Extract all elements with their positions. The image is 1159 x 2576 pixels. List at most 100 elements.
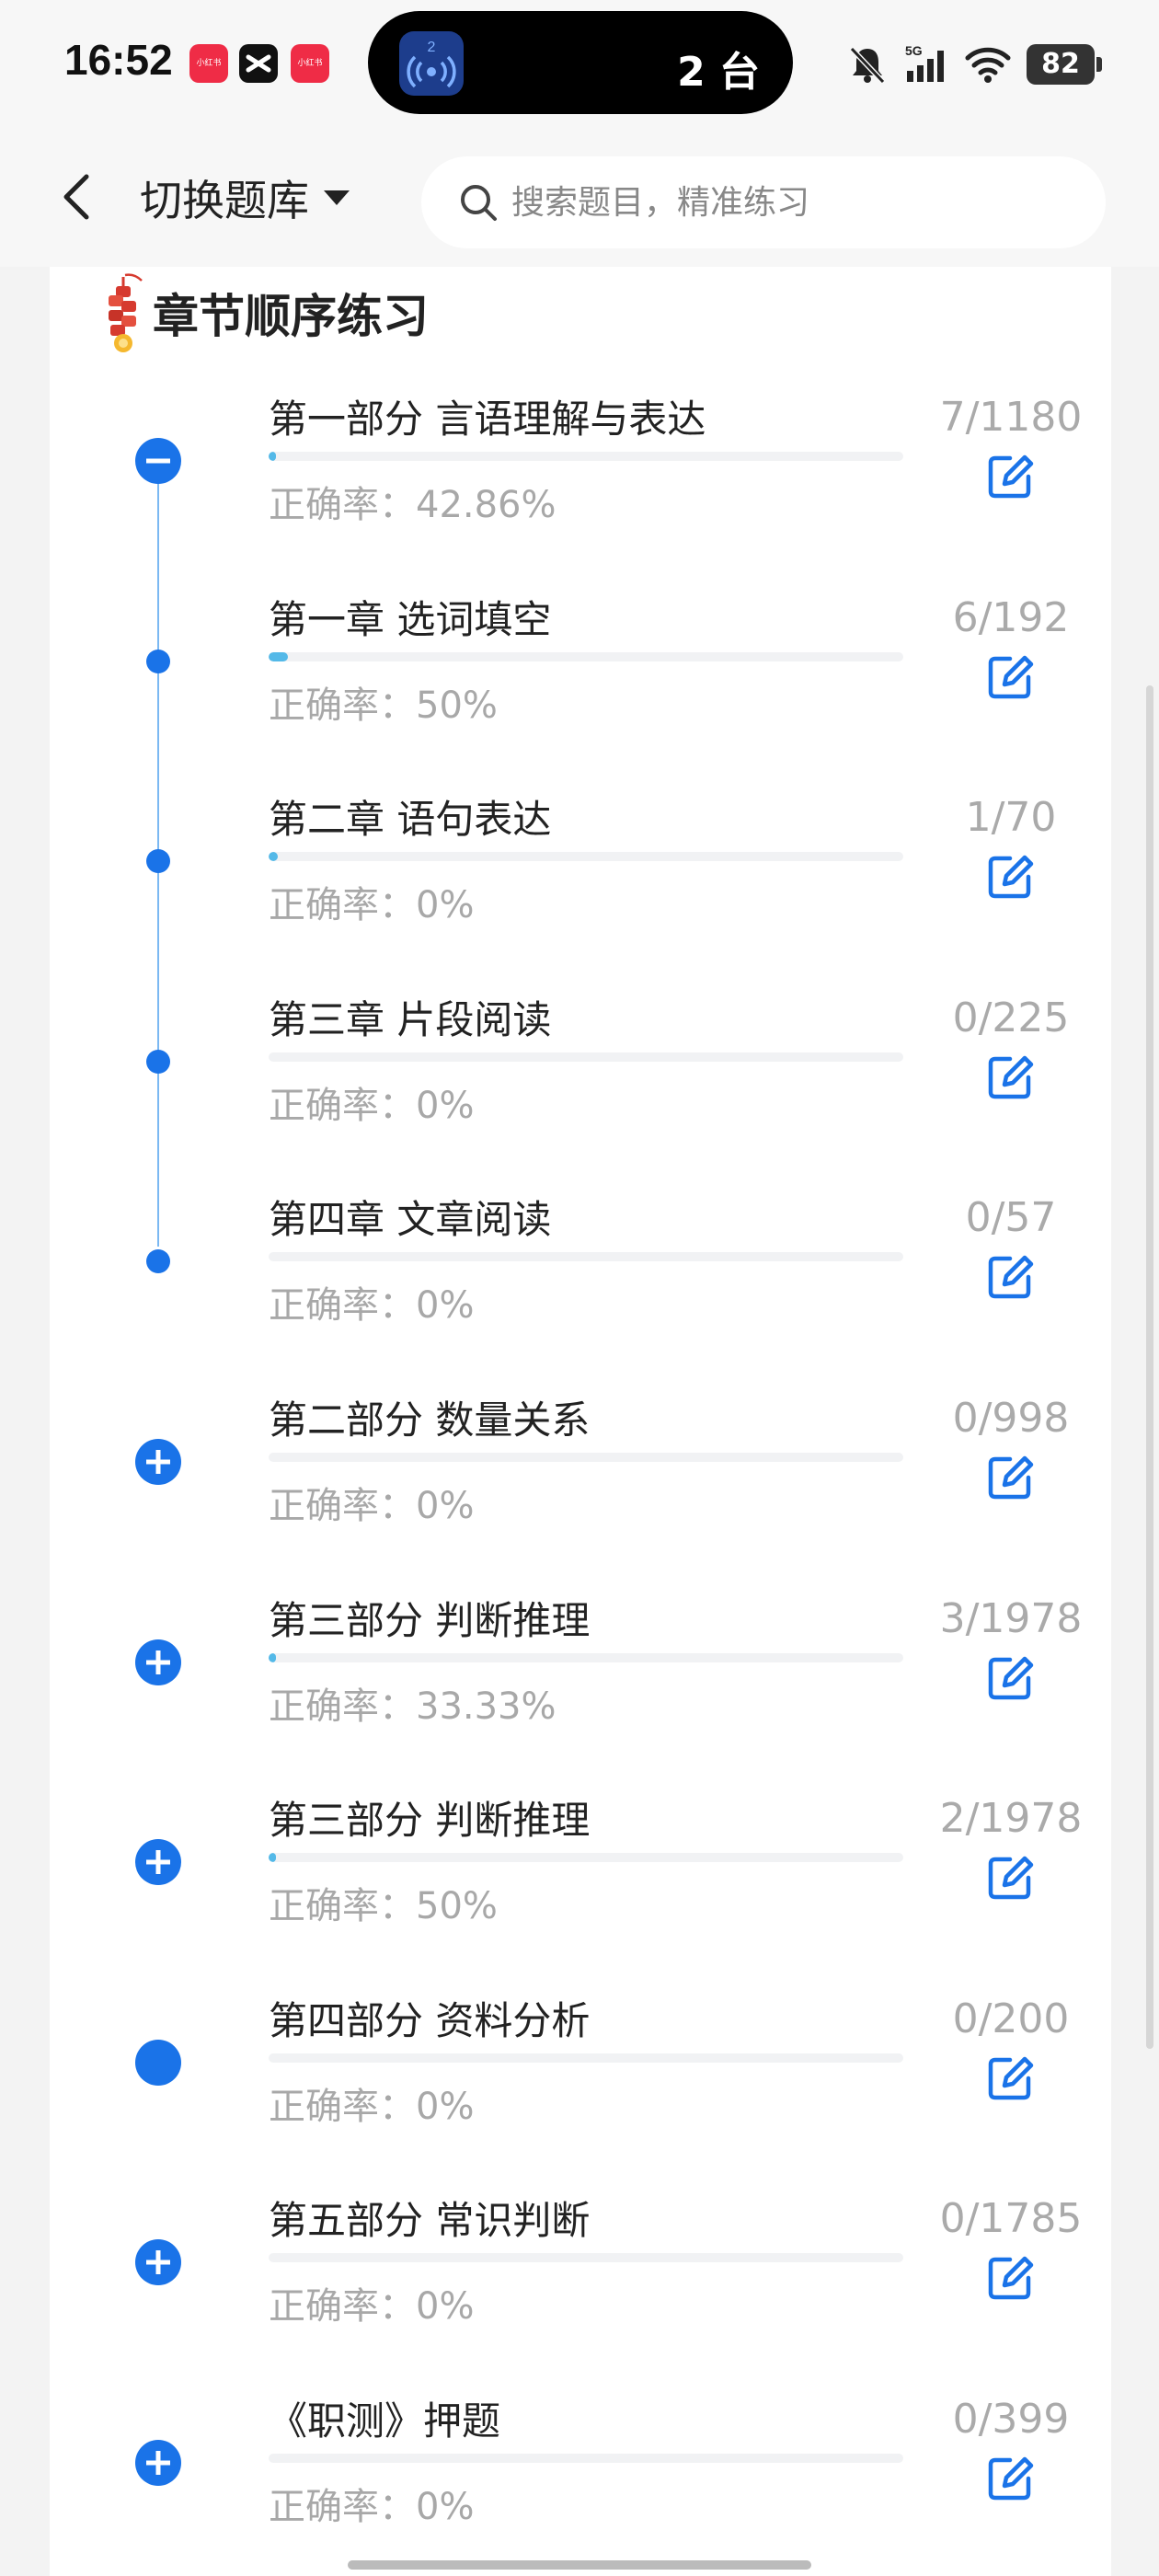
chapter-title: 第一部分 言语理解与表达 (269, 397, 706, 442)
chapter-progress-fill (269, 651, 289, 661)
edit-icon (988, 1055, 1034, 1099)
chapter-row[interactable]: 第一部分 言语理解与表达 正确率：42.86% 7/1180 (50, 377, 1111, 578)
chapter-row[interactable]: 第三部分 判断推理 正确率：50% 2/1978 (50, 1778, 1111, 1979)
chapter-accuracy: 正确率：0% (269, 884, 475, 927)
status-icons: 5G 82 (846, 37, 1102, 92)
chapter-title: 第三章 片段阅读 (269, 996, 552, 1042)
practice-button[interactable] (982, 2248, 1039, 2306)
chapter-accuracy: 正确率：42.86% (269, 484, 557, 526)
timeline-dot (146, 1249, 170, 1274)
search-input[interactable] (511, 183, 1082, 222)
edit-icon (988, 1656, 1034, 1699)
chapter-progress-bar (269, 651, 903, 661)
chapter-count: 7/1180 (939, 394, 1083, 441)
chapter-row[interactable]: 第三章 片段阅读 正确率：0% 0/225 (50, 978, 1111, 1179)
chapter-row[interactable]: 第五部分 常识判断 正确率：0% 0/1785 (50, 2179, 1111, 2379)
expand-toggle-icon[interactable] (135, 2239, 181, 2286)
chapter-count: 0/200 (952, 1995, 1070, 2042)
practice-button[interactable] (982, 1048, 1039, 1105)
chapter-progress-bar (269, 2453, 903, 2463)
chapter-accuracy: 正确率：0% (269, 2085, 475, 2128)
chapter-accuracy: 正确率：50% (269, 684, 498, 727)
edit-icon (988, 2056, 1034, 2099)
status-bar: 16:52 小红书 小红书 2 2 台 5G 82 (0, 0, 1159, 129)
chapter-count: 0/399 (952, 2395, 1070, 2443)
chapter-row[interactable]: 第四章 文章阅读 正确率：0% 0/57 (50, 1178, 1111, 1378)
chapter-progress-fill (269, 1652, 277, 1662)
chapter-row[interactable]: 第四部分 资料分析 正确率：0% 0/200 (50, 1979, 1111, 2179)
chapter-accuracy: 正确率：50% (269, 1885, 498, 1928)
search-box[interactable] (421, 156, 1106, 248)
edit-icon (988, 2257, 1034, 2300)
section-dot-icon[interactable] (135, 2039, 181, 2086)
xiaohongshu-icon: 小红书 (291, 44, 329, 83)
timeline-dot (146, 1049, 170, 1074)
chapter-count: 0/1785 (939, 2195, 1083, 2243)
bell-muted-icon (849, 46, 886, 85)
chapter-row[interactable]: 第二部分 数量关系 正确率：0% 0/998 (50, 1378, 1111, 1579)
practice-button[interactable] (982, 447, 1039, 504)
chapter-progress-bar (269, 2253, 903, 2263)
practice-button[interactable] (982, 1448, 1039, 1505)
broadcast-icon: 2 (399, 31, 464, 96)
chapter-count: 1/70 (965, 794, 1057, 842)
caret-down-icon (324, 190, 350, 205)
practice-button[interactable] (982, 648, 1039, 705)
expand-toggle-icon[interactable] (135, 1438, 181, 1485)
chapter-title: 第三部分 判断推理 (269, 1798, 591, 1844)
scrollbar[interactable] (1146, 685, 1153, 2049)
chapter-title: 第一章 选词填空 (269, 596, 552, 642)
practice-button[interactable] (982, 1649, 1039, 1706)
chapter-count: 0/57 (965, 1194, 1057, 1242)
chapter-count: 0/225 (952, 994, 1070, 1041)
practice-button[interactable] (982, 2049, 1039, 2106)
practice-button[interactable] (982, 2449, 1039, 2506)
chapter-title: 第四章 文章阅读 (269, 1197, 552, 1243)
practice-button[interactable] (982, 847, 1039, 904)
chapter-row[interactable]: 第一章 选词填空 正确率：50% 6/192 (50, 578, 1111, 778)
chapter-accuracy: 正确率：0% (269, 1484, 475, 1527)
chapter-progress-fill (269, 1853, 277, 1863)
firecracker-icon (109, 273, 143, 352)
chapter-practice-card: 章节顺序练习 第一部分 言语理解与表达 正确率：42.86% 7/1180 第一… (50, 267, 1111, 2576)
back-button[interactable] (48, 167, 107, 226)
capcut-icon (239, 44, 278, 83)
chapter-row[interactable]: 第三部分 判断推理 正确率：33.33% 3/1978 (50, 1579, 1111, 1779)
header: 切换题库 (0, 129, 1159, 267)
wifi-icon (965, 47, 1011, 83)
practice-button[interactable] (982, 1848, 1039, 1905)
chapter-title: 第二章 语句表达 (269, 797, 552, 843)
chapter-accuracy: 正确率：0% (269, 2285, 475, 2329)
practice-button[interactable] (982, 1248, 1039, 1305)
cellular-signal-icon: 5G (905, 43, 944, 82)
switch-question-bank-dropdown[interactable]: 切换题库 (140, 166, 351, 230)
edit-icon (988, 2456, 1034, 2501)
timeline-dot (146, 649, 170, 673)
collapse-toggle-icon[interactable] (135, 438, 181, 484)
chapter-progress-bar (269, 1853, 903, 1863)
timeline-dot (146, 849, 170, 874)
edit-icon (988, 1256, 1034, 1299)
chapter-count: 6/192 (952, 593, 1070, 641)
chapter-accuracy: 正确率：0% (269, 1084, 475, 1127)
edit-icon (988, 655, 1034, 698)
chapter-title: 第三部分 判断推理 (269, 1597, 591, 1643)
expand-toggle-icon[interactable] (135, 1639, 181, 1685)
status-time: 16:52 (64, 36, 173, 84)
section-title: 章节顺序练习 (153, 290, 429, 343)
home-indicator[interactable] (348, 2560, 811, 2570)
dynamic-island[interactable]: 2 2 台 (368, 11, 793, 114)
expand-toggle-icon[interactable] (135, 1839, 181, 1886)
chapter-progress-bar (269, 1652, 903, 1662)
expand-toggle-icon[interactable] (135, 2439, 181, 2486)
island-text: 2 台 (677, 49, 760, 96)
chapter-list: 第一部分 言语理解与表达 正确率：42.86% 7/1180 第一章 选词填空 … (50, 377, 1111, 2576)
battery-indicator: 82 (1027, 44, 1102, 85)
chapter-progress-bar (269, 452, 903, 461)
chapter-title: 第五部分 常识判断 (269, 2198, 591, 2244)
chapter-row[interactable]: 《职测》押题 正确率：0% 0/399 (50, 2379, 1111, 2576)
switch-bank-label: 切换题库 (140, 176, 309, 225)
chapter-row[interactable]: 第二章 语句表达 正确率：0% 1/70 (50, 777, 1111, 978)
chapter-progress-fill (269, 852, 278, 862)
chapter-count: 2/1978 (939, 1795, 1083, 1843)
